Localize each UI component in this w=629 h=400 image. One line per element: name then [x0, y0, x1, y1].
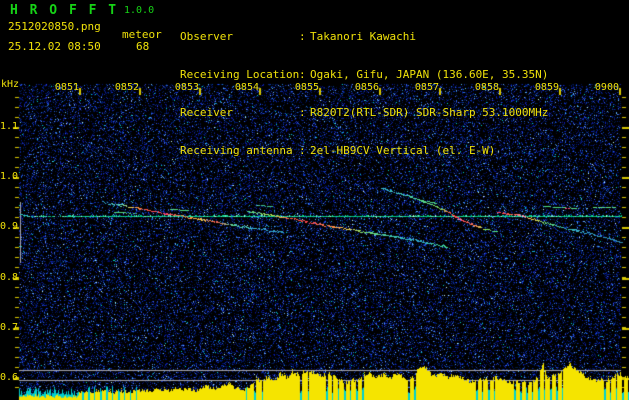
time-tick-label: 0855 — [294, 82, 319, 93]
datetime-label: 25.12.02 08:50 — [8, 40, 101, 53]
info-label: Receiving antenna — [180, 144, 293, 157]
info-label: Observer — [180, 30, 233, 43]
freq-axis-unit: kHz — [1, 79, 20, 90]
app-version: 1.0.0 — [124, 5, 155, 16]
time-tick-label: 0857 — [414, 82, 439, 93]
freq-tick-label: 0.8 — [0, 272, 19, 283]
info-label: Receiver — [180, 106, 233, 119]
info-value: R820T2(RTL-SDR) SDR-Sharp 53.1000MHz — [310, 106, 549, 119]
output-filename: 2512020850.png — [8, 20, 101, 33]
colon: : — [299, 68, 306, 81]
time-tick-label: 0900 — [594, 82, 619, 93]
echo-count: 68 — [136, 40, 150, 53]
freq-tick-label: 0.6 — [0, 372, 19, 383]
colon: : — [299, 30, 306, 43]
freq-tick-label: 1.1 — [0, 121, 19, 132]
info-row-location: Receiving Location: Ogaki, Gifu, JAPAN (1… — [180, 69, 548, 81]
info-label: Receiving Location — [180, 68, 300, 81]
station-info: Observer: Takanori Kawachi Receiving Loca… — [180, 5, 548, 183]
time-tick-label: 0858 — [474, 82, 499, 93]
time-tick-label: 0856 — [354, 82, 379, 93]
info-row-receiver: Receiver: R820T2(RTL-SDR) SDR-Sharp 53.10… — [180, 107, 548, 119]
colon: : — [299, 144, 306, 157]
time-tick-label: 0859 — [534, 82, 559, 93]
app-title: H R O F F T — [10, 3, 119, 18]
colon: : — [299, 106, 306, 119]
info-row-antenna: Receiving antenna:2el-HB9CV Vertical (el… — [180, 145, 548, 157]
info-value: 2el-HB9CV Vertical (el. E-W) — [310, 144, 496, 157]
time-tick-label: 0853 — [174, 82, 199, 93]
freq-tick-label: 1.0 — [0, 171, 19, 182]
info-value: Ogaki, Gifu, JAPAN (136.60E, 35.35N) — [310, 68, 549, 81]
freq-tick-label: 0.9 — [0, 221, 19, 232]
info-value: Takanori Kawachi — [310, 30, 416, 43]
freq-tick-label: 0.7 — [0, 322, 19, 333]
time-tick-label: 0851 — [54, 82, 79, 93]
info-row-observer: Observer: Takanori Kawachi — [180, 31, 548, 43]
hrofft-screen: H R O F F T 1.0.0 2512020850.png meteor … — [0, 0, 629, 400]
time-tick-label: 0852 — [114, 82, 139, 93]
time-tick-label: 0854 — [234, 82, 259, 93]
